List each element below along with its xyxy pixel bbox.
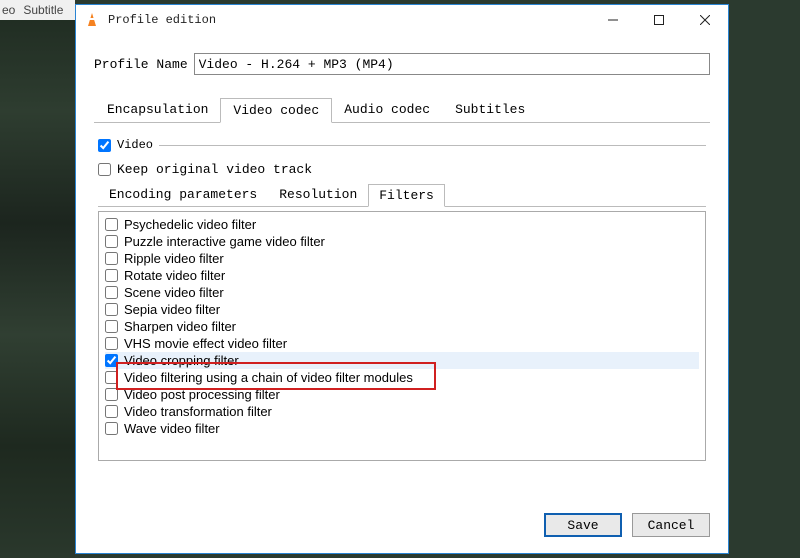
cancel-button[interactable]: Cancel [632, 513, 710, 537]
filter-checkbox[interactable] [105, 371, 118, 384]
filter-checkbox[interactable] [105, 320, 118, 333]
save-button[interactable]: Save [544, 513, 622, 537]
filter-item[interactable]: Video cropping filter [105, 352, 699, 369]
filter-label: Puzzle interactive game video filter [124, 234, 325, 249]
dialog-footer: Save Cancel [76, 501, 728, 553]
filter-label: Sharpen video filter [124, 319, 236, 334]
tab-filters[interactable]: Filters [368, 184, 445, 207]
filter-label: Rotate video filter [124, 268, 225, 283]
filter-item[interactable]: Sharpen video filter [105, 318, 699, 335]
dialog-title: Profile edition [108, 13, 590, 27]
filter-item[interactable]: Psychedelic video filter [105, 216, 699, 233]
filter-label: Ripple video filter [124, 251, 224, 266]
background-player [0, 0, 75, 558]
filter-item[interactable]: VHS movie effect video filter [105, 335, 699, 352]
video-checkbox-label: Video [117, 138, 153, 152]
filter-checkbox[interactable] [105, 303, 118, 316]
profile-name-row: Profile Name [94, 53, 710, 75]
bg-menu-item[interactable]: Subtitle [23, 3, 63, 17]
filter-label: Video filtering using a chain of video f… [124, 370, 413, 385]
profile-name-label: Profile Name [94, 57, 188, 72]
tab-video-codec[interactable]: Video codec [220, 98, 332, 123]
filters-scroll[interactable]: Psychedelic video filter Puzzle interacti… [99, 212, 705, 460]
vlc-icon [84, 12, 100, 28]
window-controls [590, 5, 728, 35]
filter-label: Video post processing filter [124, 387, 280, 402]
tab-resolution[interactable]: Resolution [268, 183, 368, 206]
filter-item[interactable]: Sepia video filter [105, 301, 699, 318]
filter-label: Video cropping filter [124, 353, 239, 368]
tab-encoding-parameters[interactable]: Encoding parameters [98, 183, 268, 206]
filter-checkbox[interactable] [105, 286, 118, 299]
filter-label: VHS movie effect video filter [124, 336, 287, 351]
filter-item[interactable]: Puzzle interactive game video filter [105, 233, 699, 250]
profile-name-input[interactable] [194, 53, 710, 75]
tab-subtitles[interactable]: Subtitles [442, 97, 538, 122]
bg-menu-item[interactable]: eo [2, 3, 15, 17]
filter-checkbox[interactable] [105, 337, 118, 350]
filter-item[interactable]: Video filtering using a chain of video f… [105, 369, 699, 386]
filter-checkbox[interactable] [105, 422, 118, 435]
filter-label: Sepia video filter [124, 302, 220, 317]
dialog-content: Profile Name Encapsulation Video codec A… [76, 35, 728, 501]
filter-checkbox[interactable] [105, 252, 118, 265]
filter-item[interactable]: Rotate video filter [105, 267, 699, 284]
filter-label: Wave video filter [124, 421, 220, 436]
filter-item[interactable]: Wave video filter [105, 420, 699, 437]
outer-tabs: Encapsulation Video codec Audio codec Su… [94, 97, 710, 123]
filter-checkbox[interactable] [105, 405, 118, 418]
filter-checkbox[interactable] [105, 269, 118, 282]
filter-checkbox[interactable] [105, 354, 118, 367]
filter-item[interactable]: Scene video filter [105, 284, 699, 301]
video-codec-panel: Video Keep original video track Encoding… [94, 123, 710, 461]
inner-tabs: Encoding parameters Resolution Filters [98, 183, 706, 206]
video-checkbox[interactable] [98, 139, 111, 152]
filters-listbox: Psychedelic video filter Puzzle interacti… [98, 211, 706, 461]
profile-edition-dialog: Profile edition Profile Name Encapsulati… [75, 4, 729, 554]
filter-checkbox[interactable] [105, 218, 118, 231]
filter-label: Psychedelic video filter [124, 217, 256, 232]
filter-item[interactable]: Video post processing filter [105, 386, 699, 403]
filter-checkbox[interactable] [105, 388, 118, 401]
maximize-button[interactable] [636, 5, 682, 35]
filter-checkbox[interactable] [105, 235, 118, 248]
filter-label: Scene video filter [124, 285, 224, 300]
minimize-button[interactable] [590, 5, 636, 35]
tab-encapsulation[interactable]: Encapsulation [94, 97, 221, 122]
close-button[interactable] [682, 5, 728, 35]
filter-item[interactable]: Ripple video filter [105, 250, 699, 267]
titlebar: Profile edition [76, 5, 728, 35]
video-fieldset: Video [98, 145, 706, 168]
filter-item[interactable]: Video transformation filter [105, 403, 699, 420]
tab-audio-codec[interactable]: Audio codec [331, 97, 443, 122]
filter-label: Video transformation filter [124, 404, 272, 419]
background-menubar: eo Subtitle [0, 0, 75, 20]
